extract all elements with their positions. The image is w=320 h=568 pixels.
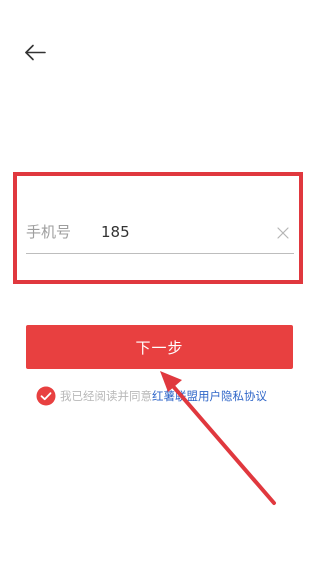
agree-checkbox[interactable] xyxy=(36,386,56,406)
phone-input[interactable] xyxy=(101,221,261,243)
phone-label: 手机号 xyxy=(26,223,72,241)
agreement-text: 我已经阅读并同意红薯联盟用户隐私协议 xyxy=(60,388,267,404)
privacy-policy-link[interactable]: 红薯联盟用户隐私协议 xyxy=(152,389,267,403)
clear-button[interactable] xyxy=(276,225,290,239)
phone-field-row: 手机号 xyxy=(26,210,294,254)
back-button[interactable] xyxy=(20,38,50,68)
clear-x-icon xyxy=(277,227,289,239)
agreement-prefix: 我已经阅读并同意 xyxy=(60,389,152,403)
login-screen: 手机号 下一步 我已经阅读并同意红薯联盟用户隐私协议 xyxy=(0,0,320,568)
next-step-button[interactable]: 下一步 xyxy=(26,325,293,369)
annotation-arrow xyxy=(160,371,276,505)
back-arrow-icon xyxy=(25,44,46,61)
checkmark-circle-icon xyxy=(36,386,56,406)
